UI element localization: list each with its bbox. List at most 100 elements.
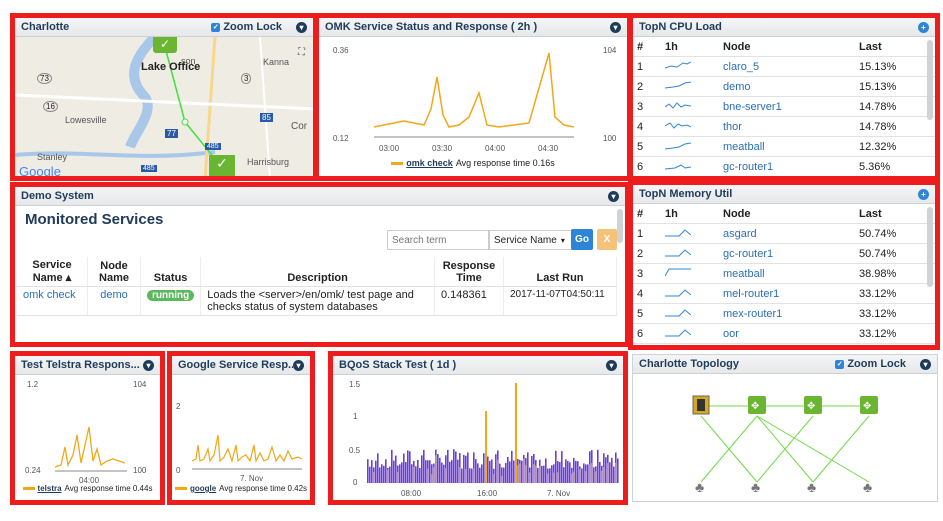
bqos-bar-overlay	[373, 472, 375, 483]
node-link[interactable]: thor	[719, 116, 855, 137]
bqos-bar-overlay	[501, 476, 503, 483]
legend-link[interactable]: google	[190, 484, 216, 493]
table-row[interactable]: 1 asgard 50.74%	[633, 223, 935, 244]
bqos-bar	[371, 460, 373, 483]
col-header-node[interactable]: Node Name	[87, 257, 141, 287]
table-row[interactable]: 6 gc-router1 5.36%	[633, 156, 935, 176]
node-link[interactable]: mex-router1	[719, 303, 855, 324]
col-header-response[interactable]: Response Time	[434, 257, 504, 287]
bqos-bar	[487, 456, 489, 483]
node-link[interactable]: claro_5	[719, 56, 855, 77]
bqos-bar	[565, 459, 567, 483]
memory-table: # 1h Node Last 1 asgard 50.74% 2 gc-router1…	[633, 204, 935, 344]
node-link[interactable]: gc-router1	[719, 156, 855, 176]
chevron-down-icon[interactable]: ▾	[608, 190, 619, 202]
table-row[interactable]: omk check demo running Loads the <server…	[17, 286, 617, 316]
node-link[interactable]: meatball	[719, 136, 855, 157]
bqos-bar	[563, 467, 565, 483]
panel-title: Charlotte Topology	[639, 358, 740, 370]
map-label: Stanley	[37, 152, 68, 162]
bqos-bar	[499, 463, 501, 483]
y-axis-label: 2	[176, 402, 181, 411]
legend-link[interactable]: telstra	[38, 484, 62, 493]
col-header-status[interactable]: Status	[140, 257, 202, 287]
rank: 2	[633, 76, 661, 97]
plus-icon[interactable]: +	[918, 188, 929, 200]
node-link[interactable]: gc-router1	[719, 243, 855, 264]
svg-text:♣: ♣	[751, 479, 760, 495]
map-node-green[interactable]: ✓	[153, 37, 177, 53]
go-button[interactable]: Go	[571, 229, 593, 250]
plus-icon[interactable]: +	[918, 21, 929, 33]
chevron-down-icon[interactable]: ▾	[293, 359, 304, 371]
table-row[interactable]: 2 demo 15.13%	[633, 76, 935, 97]
bqos-bar	[395, 455, 397, 483]
bqos-bar-overlay	[493, 474, 495, 483]
last-value: 33.12%	[855, 323, 935, 344]
search-input[interactable]	[387, 230, 489, 250]
table-row[interactable]: 4 thor 14.78%	[633, 116, 935, 137]
table-row[interactable]: 1 claro_5 15.13%	[633, 56, 935, 77]
zoom-lock-toggle[interactable]: ✓ Zoom Lock	[211, 21, 282, 33]
table-row[interactable]: 3 bne-server1 14.78%	[633, 96, 935, 117]
node-link[interactable]: meatball	[719, 263, 855, 284]
sparkline	[661, 76, 719, 97]
omk-service-panel: OMK Service Status and Response ( 2h ) ▾…	[314, 13, 632, 181]
chevron-down-icon[interactable]: ▾	[296, 21, 307, 33]
router-icon: ✥	[748, 396, 766, 414]
rank: 4	[633, 283, 661, 304]
bqos-bar	[569, 462, 571, 483]
table-row[interactable]: 3 meatball 38.98%	[633, 263, 935, 284]
scrollbar[interactable]	[927, 207, 933, 287]
bqos-bar	[417, 459, 419, 483]
last-value: 38.98%	[855, 263, 935, 284]
last-value: 12.32%	[855, 136, 935, 157]
zoom-lock-toggle[interactable]: ✓ Zoom Lock	[835, 358, 906, 370]
map-label: Harrisburg	[247, 157, 290, 167]
node-link[interactable]: demo	[87, 286, 141, 316]
check-icon: ✓	[835, 359, 845, 369]
table-row[interactable]: 2 gc-router1 50.74%	[633, 243, 935, 264]
table-row[interactable]: 5 mex-router1 33.12%	[633, 303, 935, 324]
scrollbar[interactable]	[927, 40, 933, 120]
rank: 5	[633, 136, 661, 157]
node-link[interactable]: mel-router1	[719, 283, 855, 304]
bqos-chart: 1.5 1 0.5 0 08:00 16:00 7. Nov	[349, 380, 619, 498]
clear-button[interactable]: X	[597, 229, 617, 250]
col-header-service[interactable]: Service Name ▴	[17, 257, 88, 287]
node-link[interactable]: oor	[719, 323, 855, 344]
topology-graph[interactable]: ✥ ✥ ✥ ♣ ♣ ♣ ♣	[633, 374, 937, 502]
bqos-bar	[543, 465, 545, 483]
chart-legend: omk check Avg response time 0.16s	[319, 158, 627, 168]
check-icon: ✓	[211, 22, 221, 32]
map[interactable]: ✓ ✓ Lake Office Lowesville Stanley Harri…	[15, 37, 313, 176]
google-logo: Google	[19, 164, 61, 176]
x-tick: 04:00	[485, 144, 506, 153]
table-row[interactable]: 5 meatball 12.32%	[633, 136, 935, 157]
panel-title: OMK Service Status and Response ( 2h )	[325, 21, 538, 33]
chevron-down-icon[interactable]: ▾	[606, 359, 617, 371]
y-axis-label: 100	[603, 134, 617, 143]
table-row[interactable]: 4 mel-router1 33.12%	[633, 283, 935, 304]
map-node-green[interactable]: ✓	[209, 155, 235, 176]
road-shield: 85	[260, 113, 273, 122]
chevron-down-icon[interactable]: ▾	[610, 21, 621, 33]
node-link[interactable]: bne-server1	[719, 96, 855, 117]
node-link[interactable]: demo	[719, 76, 855, 97]
scrollbar[interactable]	[617, 209, 623, 243]
bqos-bar	[617, 458, 619, 483]
legend-link[interactable]: omk check	[406, 158, 453, 168]
node-link[interactable]: asgard	[719, 223, 855, 244]
bqos-bar	[581, 468, 583, 483]
col-header-description[interactable]: Description	[200, 257, 435, 287]
service-name-select[interactable]: Service Name ▾	[489, 230, 573, 250]
col-header-lastrun[interactable]: Last Run	[503, 257, 617, 287]
table-row[interactable]: 6 oor 33.12%	[633, 323, 935, 344]
bqos-bar-overlay	[519, 463, 521, 483]
bqos-bar	[455, 451, 457, 483]
fullscreen-icon[interactable]: ⛶	[298, 47, 305, 58]
service-link[interactable]: omk check	[17, 286, 88, 316]
chevron-down-icon[interactable]: ▾	[920, 358, 931, 370]
chevron-down-icon[interactable]: ▾	[143, 359, 154, 371]
bqos-bar	[453, 449, 455, 483]
